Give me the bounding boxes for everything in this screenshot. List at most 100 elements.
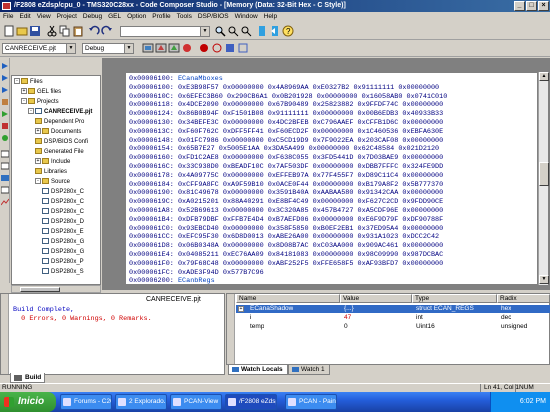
memory-value[interactable]: 0x00000000 [313, 128, 354, 136]
memory-value[interactable]: 0xEC76AA09 [223, 251, 264, 259]
memory-value[interactable]: 0x203CAF08 [358, 137, 399, 145]
memory-value[interactable]: 0xADE3F94D [178, 269, 219, 277]
menu-project[interactable]: Project [54, 12, 80, 22]
memory-value[interactable]: 0x00000000 [402, 119, 443, 127]
config-combo[interactable]: Debug ▼ [82, 43, 134, 54]
memory-value[interactable]: 0x00000000 [313, 233, 354, 241]
new-file-icon[interactable] [3, 25, 15, 37]
memory-value[interactable]: 0x00000000 [398, 84, 439, 92]
build-icon[interactable] [155, 42, 167, 54]
memory-value[interactable]: 0xE3B98F57 [178, 84, 219, 92]
memory-value[interactable]: 0x021D2120 [398, 145, 439, 153]
memory-value[interactable]: 0x290CB6A1 [227, 93, 268, 101]
memory-value[interactable]: 0xBEADF10C [223, 163, 264, 171]
remove-breakpoints-icon[interactable] [211, 42, 223, 54]
memory-value[interactable]: 0x00000000 [402, 189, 443, 197]
memory-value[interactable]: 0x91111111 [353, 84, 394, 92]
memory-value[interactable]: 0x00B6EDB3 [358, 110, 399, 118]
memory-value[interactable]: 0xC5CD19D9 [268, 137, 309, 145]
memory-value[interactable]: 0x577B7C96 [223, 269, 264, 277]
watch-value[interactable]: {...} [344, 305, 354, 313]
memory-value[interactable]: 0x00000000 [223, 154, 264, 162]
memory-value[interactable]: 0x04085211 [178, 251, 219, 259]
memory-value[interactable]: 0x00000000 [313, 181, 354, 189]
memory-value[interactable]: 0x7D03BAE9 [358, 154, 399, 162]
memory-value[interactable]: 0xAF93BFD7 [358, 260, 399, 268]
memory-row[interactable]: 0x00006100: 0xE3B98F57 0x00000000 0x4A89… [129, 84, 439, 93]
tree-node[interactable]: - Projects [21, 98, 59, 106]
memory-value[interactable]: 0xDFB79DBF [178, 216, 219, 224]
memory-row[interactable]: 0x00006178: 0x4A09775C 0x00000000 0xEFFE… [129, 172, 443, 181]
taskbar-task[interactable]: PCAN-View [170, 394, 222, 410]
menu-help[interactable]: Help [261, 12, 280, 22]
tree-node[interactable]: DSP/BIOS Confi [35, 138, 88, 146]
memory-value[interactable]: 0x98C09990 [358, 251, 399, 259]
find-icon[interactable] [214, 25, 226, 37]
menu-window[interactable]: Window [232, 12, 261, 22]
tree-node[interactable]: DSP280x_C [42, 198, 84, 206]
taskbar-task[interactable]: 2 Explorado... [115, 394, 167, 410]
memory-value[interactable]: 0xC796AAEF [313, 119, 354, 127]
memory-value[interactable]: 0xABE26A00 [268, 233, 309, 241]
memory-row[interactable]: 0x0000613C: 0xF60F762C 0xDFF5FF41 0xF60E… [129, 128, 443, 137]
registers-icon[interactable] [1, 150, 9, 158]
memory-row[interactable]: 0x00006118: 0x4DCE2090 0x00000000 0x67B9… [129, 101, 443, 110]
memory-value[interactable]: 0x00000000 [402, 225, 443, 233]
tree-node[interactable]: Libraries [35, 168, 67, 176]
save-icon[interactable] [29, 25, 41, 37]
tree-node[interactable]: Dependent Pro [35, 118, 84, 126]
menu-debug[interactable]: Debug [80, 12, 105, 22]
close-button[interactable]: × [538, 1, 549, 11]
watch-value[interactable]: 0 [344, 323, 348, 331]
memory-value[interactable]: 0x00000000 [313, 216, 354, 224]
memory-value[interactable]: 0xDBB7FFFC [358, 163, 399, 171]
expand-icon[interactable]: + [21, 88, 27, 95]
halt-icon[interactable] [1, 122, 9, 130]
undo-icon[interactable] [88, 25, 100, 37]
expand-icon[interactable]: + [35, 128, 41, 135]
probe-point-icon[interactable] [224, 42, 236, 54]
memory-value[interactable]: 0xE0327B2 [313, 84, 350, 92]
open-folder-icon[interactable] [16, 25, 28, 37]
memory-value[interactable]: 0xCFF9A8FC [178, 181, 219, 189]
tree-node[interactable]: Generated File [35, 148, 84, 156]
menu-dsp-bios[interactable]: DSP/BIOS [195, 12, 232, 22]
tree-node[interactable]: DSP280x_S [42, 268, 84, 276]
memory-value[interactable]: 0x7AF503DF [268, 163, 309, 171]
memory-row[interactable]: 0x000061CC: 0xEFC95F30 0x6D8D0013 0xABE2… [129, 233, 439, 242]
memory-value[interactable]: 0x00000000 [309, 145, 350, 153]
tree-horizontal-scrollbar[interactable] [11, 285, 101, 293]
watch-icon[interactable] [1, 174, 9, 182]
scroll-up-button[interactable]: ▲ [539, 72, 549, 81]
memory-value[interactable]: 0xFFE658F5 [313, 260, 354, 268]
memory-value[interactable]: 0x9FDD90CE [402, 198, 443, 206]
menu-gel[interactable]: GEL [105, 12, 124, 22]
tree-node[interactable]: DSP280x_D [42, 218, 84, 226]
run-icon[interactable] [1, 110, 9, 118]
memory-value[interactable]: 0xA0215201 [178, 198, 219, 206]
memory-value[interactable]: 0x7F9022EA [313, 137, 354, 145]
bookmark-icon[interactable] [256, 25, 268, 37]
memory-window[interactable]: 0x00006100: ECanaMboxes 0x00006100: 0xE3B… [125, 72, 538, 285]
memory-value[interactable]: 0x3C320A85 [268, 207, 309, 215]
memory-value[interactable]: 0x00000000 [313, 251, 354, 259]
collapse-icon[interactable]: - [14, 78, 20, 85]
memory-icon[interactable] [1, 162, 9, 170]
memory-value[interactable]: 0xEBFA630E [402, 128, 443, 136]
memory-row[interactable]: 0x00006160: 0xFD1C2AE8 0x00000000 0xF638… [129, 154, 443, 163]
memory-row[interactable]: 0x00006130: 0x34BEFE3C 0x00000000 0x4DC2… [129, 119, 443, 128]
collapse-icon[interactable]: - [28, 108, 34, 115]
memory-value[interactable]: 0x6EFEC3B60 [178, 93, 223, 101]
memory-value[interactable]: 0xDCC2C42 [402, 233, 439, 241]
memory-value[interactable]: 0xB179A8F2 [358, 181, 399, 189]
tree-node[interactable]: DSP280x_P [42, 258, 84, 266]
remove-probe-icon[interactable] [237, 42, 249, 54]
memory-value[interactable]: 0x0ACE0F44 [268, 181, 309, 189]
memory-value[interactable]: 0x00000000 [223, 189, 264, 197]
memory-value[interactable]: 0xE6F9D79F [358, 216, 399, 224]
step-over-icon[interactable] [1, 74, 9, 82]
tree-node[interactable]: + Documents [35, 128, 81, 136]
build-output-panel[interactable]: CANRECEIVE.pjt Build Complete, 0 Errors,… [0, 293, 225, 375]
memory-row[interactable]: 0x00006200: ECanbRegs [129, 277, 215, 284]
graph-icon[interactable] [1, 198, 9, 206]
